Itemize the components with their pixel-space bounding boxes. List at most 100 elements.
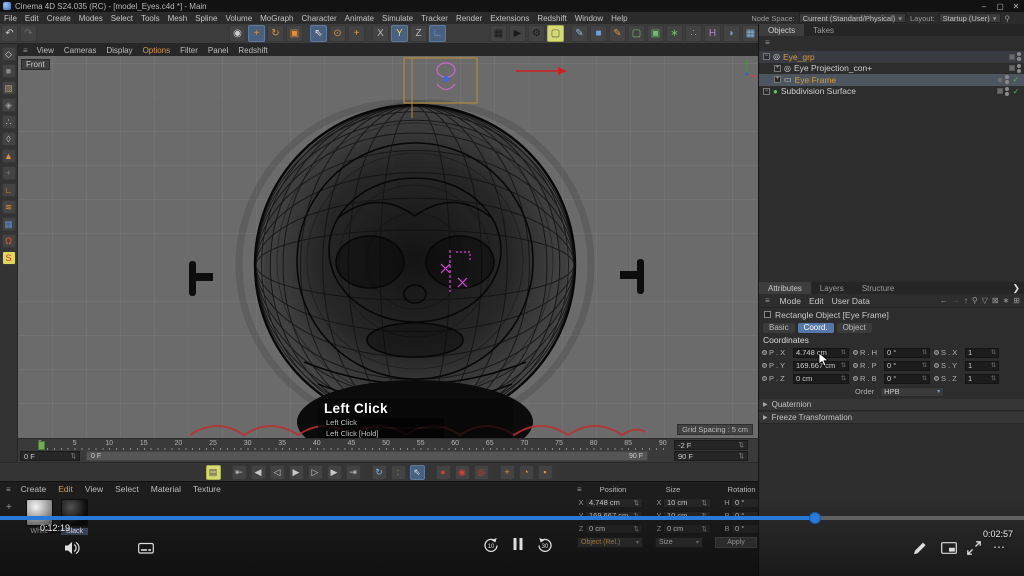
- move-tool-icon[interactable]: +: [248, 25, 265, 42]
- points-mode-icon[interactable]: ∴: [2, 115, 16, 129]
- attr-coord-field[interactable]: 1⇅: [965, 348, 999, 358]
- rotate-tool-icon[interactable]: ↻: [267, 25, 284, 42]
- range-end-field[interactable]: 90 F⇅: [674, 451, 748, 461]
- pause-icon[interactable]: [510, 536, 526, 552]
- viewport-menu-icon[interactable]: ≡: [21, 46, 30, 55]
- attr-coord-field[interactable]: 1⇅: [965, 374, 999, 384]
- coord-manager-field[interactable]: 0 cm⇅: [663, 524, 711, 534]
- menu-item-select[interactable]: Select: [107, 14, 137, 23]
- substance-s-icon[interactable]: S: [2, 251, 16, 265]
- exit-fullscreen-icon[interactable]: [966, 540, 982, 556]
- interactive-render-region-icon[interactable]: ▢: [547, 25, 564, 42]
- player-progress-bar[interactable]: [0, 516, 1024, 520]
- vp-menu-item-display[interactable]: Display: [101, 46, 137, 55]
- edit-pencil-icon[interactable]: [912, 540, 928, 556]
- attr-tab-layers[interactable]: Layers: [811, 282, 853, 294]
- layers-icon[interactable]: ≋: [2, 200, 16, 214]
- menu-item-modes[interactable]: Modes: [75, 14, 107, 23]
- material-menu-icon[interactable]: ≡: [4, 485, 13, 494]
- player-more-menu-icon[interactable]: ⋯: [993, 540, 1005, 554]
- attr-tab-attributes[interactable]: Attributes: [759, 282, 811, 294]
- autokey-icon[interactable]: ⇖: [410, 465, 425, 480]
- nav-forward-icon[interactable]: →: [952, 296, 960, 305]
- mat-menu-item-material[interactable]: Material: [145, 484, 187, 494]
- search-icon[interactable]: ⚲: [972, 296, 978, 305]
- symmetry-icon[interactable]: ∗: [666, 25, 683, 42]
- menu-item-extensions[interactable]: Extensions: [486, 14, 533, 23]
- menu-item-create[interactable]: Create: [43, 14, 75, 23]
- vp-menu-item-filter[interactable]: Filter: [175, 46, 203, 55]
- loop-playback-icon[interactable]: ↻: [372, 465, 387, 480]
- menu-item-volume[interactable]: Volume: [221, 14, 256, 23]
- keyframe-clock-icon[interactable]: ◔: [519, 465, 534, 480]
- vp-menu-item-view[interactable]: View: [32, 46, 59, 55]
- polygons-mode-icon[interactable]: ▲: [2, 149, 16, 163]
- menu-item-window[interactable]: Window: [571, 14, 607, 23]
- settings-icon[interactable]: ∗: [1003, 296, 1010, 305]
- object-row-eye-frame[interactable]: +▭Eye Frame✓: [759, 74, 1024, 86]
- next-key-icon[interactable]: ▶: [327, 465, 342, 480]
- field-icon[interactable]: ◗: [723, 25, 740, 42]
- range-start-field[interactable]: 0 F⇅: [20, 451, 80, 461]
- attr-menu-item-edit[interactable]: Edit: [809, 296, 824, 306]
- subtab-coord[interactable]: Coord.: [798, 323, 834, 333]
- attr-coord-field[interactable]: 0 °⇅: [884, 361, 930, 371]
- maximize-button[interactable]: ▢: [992, 2, 1008, 11]
- viewport-view-label[interactable]: Front: [21, 59, 50, 70]
- brush-icon[interactable]: ✎: [609, 25, 626, 42]
- panel-tab-takes[interactable]: Takes: [804, 24, 843, 36]
- add-cube-icon[interactable]: ■: [590, 25, 607, 42]
- panel-tab-objects[interactable]: Objects: [759, 24, 804, 36]
- menu-item-mograph[interactable]: MoGraph: [256, 14, 297, 23]
- apply-button[interactable]: Apply: [715, 537, 757, 548]
- next-frame-icon[interactable]: ▷: [308, 465, 323, 480]
- node-space-dropdown[interactable]: Current (Standard/Physical)▾: [799, 13, 906, 23]
- menu-item-simulate[interactable]: Simulate: [378, 14, 417, 23]
- menu-item-render[interactable]: Render: [452, 14, 486, 23]
- active-tool-icon[interactable]: ⇖: [310, 25, 327, 42]
- layout-dropdown[interactable]: Startup (User)▾: [939, 13, 1001, 23]
- attr-coord-field[interactable]: 0 cm⇅: [793, 374, 849, 384]
- attr-menu-item-mode[interactable]: Mode: [780, 296, 801, 306]
- vp-menu-item-redshift[interactable]: Redshift: [233, 46, 272, 55]
- nav-up-icon[interactable]: ↑: [964, 296, 968, 305]
- previous-frame-icon[interactable]: ◁: [270, 465, 285, 480]
- size-mode-dropdown[interactable]: Size▾: [655, 537, 703, 548]
- lock-x-axis-icon[interactable]: X: [372, 25, 389, 42]
- preview-range-track[interactable]: 0 F 90 F: [86, 451, 648, 461]
- attr-coord-field[interactable]: 1⇅: [965, 361, 999, 371]
- menu-item-spline[interactable]: Spline: [191, 14, 221, 23]
- vp-menu-item-options[interactable]: Options: [138, 46, 176, 55]
- coordinates-menu-icon[interactable]: ≡: [575, 485, 584, 494]
- coord-manager-field[interactable]: 0 cm⇅: [585, 524, 643, 534]
- mat-menu-item-view[interactable]: View: [79, 484, 109, 494]
- minimize-button[interactable]: –: [976, 2, 992, 11]
- workplane-mode-icon[interactable]: ∟: [2, 183, 16, 197]
- miniplayer-icon[interactable]: [941, 540, 957, 556]
- texture-mode-icon[interactable]: ▨: [2, 81, 16, 95]
- deformer-icon[interactable]: H: [704, 25, 721, 42]
- mat-menu-item-select[interactable]: Select: [109, 484, 145, 494]
- undo-icon[interactable]: ↶: [1, 25, 18, 42]
- attribute-menu-icon[interactable]: ≡: [763, 296, 772, 305]
- attr-menu-item-user-data[interactable]: User Data: [832, 296, 870, 306]
- mat-menu-item-create[interactable]: Create: [15, 484, 53, 494]
- goto-end-icon[interactable]: ⇥: [346, 465, 361, 480]
- lock-z-axis-icon[interactable]: Z: [410, 25, 427, 42]
- mesh-grid-icon[interactable]: ▦: [2, 217, 16, 231]
- menu-item-tools[interactable]: Tools: [137, 14, 164, 23]
- object-manager-menu-icon[interactable]: ≡: [763, 38, 772, 47]
- volume-icon[interactable]: [64, 540, 80, 556]
- edges-mode-icon[interactable]: ◊: [2, 132, 16, 146]
- coordinate-mode-dropdown[interactable]: Object (Rel.)▾: [577, 537, 643, 548]
- subtab-basic[interactable]: Basic: [763, 323, 795, 333]
- section-freeze-transformation[interactable]: ▶Freeze Transformation: [759, 412, 1024, 424]
- object-enabled-checkbox[interactable]: [764, 311, 771, 318]
- menu-item-character[interactable]: Character: [298, 14, 341, 23]
- coord-manager-field[interactable]: 10 cm⇅: [663, 498, 711, 508]
- attr-tab-structure[interactable]: Structure: [853, 282, 903, 294]
- coordinate-system-icon[interactable]: ∟: [429, 25, 446, 42]
- menu-item-mesh[interactable]: Mesh: [164, 14, 192, 23]
- keyframe-position-icon[interactable]: +: [500, 465, 515, 480]
- play-icon[interactable]: ▶: [289, 465, 304, 480]
